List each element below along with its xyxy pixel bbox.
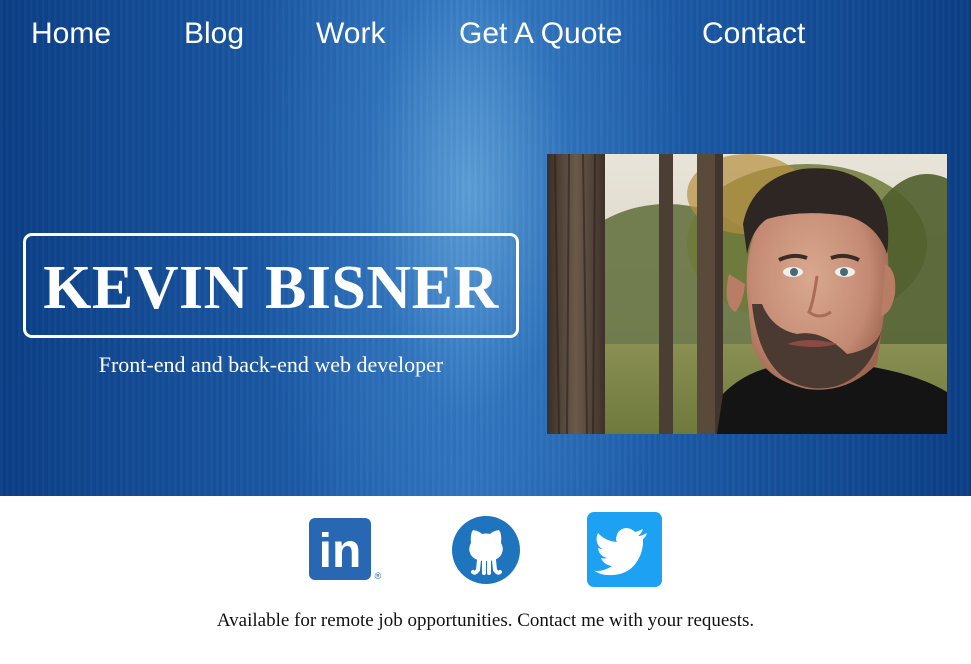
availability-text: Available for remote job opportunities. … — [216, 610, 755, 631]
hero-banner: Home Blog Work Get A Quote Contact KEVIN… — [0, 0, 971, 496]
nav-blog-link[interactable]: Blog — [184, 14, 244, 54]
linkedin-registered-mark: ® — [375, 571, 382, 580]
github-link[interactable] — [451, 512, 521, 584]
linkedin-icon: in ® — [309, 518, 382, 580]
twitter-bird-icon — [587, 512, 662, 587]
name-title-box: KEVIN BISNER — [23, 233, 519, 338]
linkedin-link[interactable]: in ® — [309, 512, 387, 580]
nav-work-link[interactable]: Work — [316, 14, 385, 54]
profile-photo — [547, 154, 947, 434]
nav-get-a-quote-link[interactable]: Get A Quote — [459, 14, 622, 54]
profile-photo-image — [547, 154, 947, 434]
page-title: KEVIN BISNER — [43, 253, 499, 322]
twitter-link[interactable] — [587, 512, 663, 588]
nav-contact-link[interactable]: Contact — [702, 14, 805, 54]
github-octocat-icon — [452, 516, 520, 584]
linkedin-icon-text: in — [319, 525, 362, 578]
nav-home-link[interactable]: Home — [31, 14, 111, 54]
tagline: Front-end and back-end web developer — [98, 352, 444, 377]
